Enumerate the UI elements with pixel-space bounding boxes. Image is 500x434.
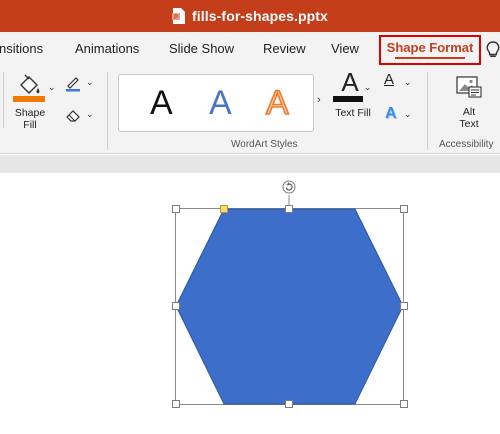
shape-outline-dropdown-chevron-icon[interactable]: ⌄: [86, 77, 94, 88]
shape-fill-color-swatch[interactable]: [13, 96, 45, 102]
tab-shape-format-label: Shape Format: [386, 40, 474, 55]
shape-fill-label[interactable]: Shape Fill: [12, 107, 48, 131]
pptx-file-icon: P: [172, 8, 186, 24]
ribbon-divider: [427, 72, 428, 150]
adjustment-handle[interactable]: [220, 205, 228, 213]
tab-review[interactable]: Review: [263, 32, 306, 66]
text-fill-dropdown-chevron-icon[interactable]: ⌄: [364, 82, 372, 93]
tab-view[interactable]: View: [331, 32, 359, 66]
resize-handle-right[interactable]: [400, 302, 408, 310]
document-title: fills-for-shapes.pptx: [192, 8, 328, 24]
wordart-style-orange-outline[interactable]: A: [265, 81, 289, 125]
rotate-handle-icon[interactable]: [282, 180, 296, 194]
title-bar: P fills-for-shapes.pptx: [0, 0, 500, 32]
alt-text-label[interactable]: Alt Text: [449, 106, 489, 130]
text-fill-icon[interactable]: A: [337, 67, 363, 97]
text-fill-label[interactable]: Text Fill: [329, 107, 377, 119]
wordart-styles-group-label: WordArt Styles: [231, 139, 298, 150]
ribbon-slide-gap: [0, 155, 500, 173]
text-fill-color-swatch[interactable]: [333, 96, 363, 102]
shape-effects-eraser-icon[interactable]: [64, 107, 82, 123]
resize-handle-top[interactable]: [285, 205, 293, 213]
selected-shape-layer: [175, 195, 404, 405]
ribbon: ⌄ Shape Fill ⌄ ⌄ A A A › A Text Fill ⌄ A…: [0, 66, 500, 154]
shape-outline-pencil-icon[interactable]: [64, 74, 82, 92]
powerpoint-window: P fills-for-shapes.pptx nsitions Animati…: [0, 0, 500, 434]
text-outline-dropdown-chevron-icon[interactable]: ⌄: [404, 77, 412, 88]
slide-canvas[interactable]: [0, 173, 500, 434]
tab-transitions[interactable]: nsitions: [0, 32, 43, 66]
text-outline-icon[interactable]: A: [384, 71, 394, 89]
shape-fill-dropdown-chevron-icon[interactable]: ⌄: [48, 82, 56, 93]
wordart-style-black[interactable]: A: [150, 81, 173, 125]
wordart-style-blue[interactable]: A: [209, 81, 232, 125]
alt-text-icon[interactable]: [455, 75, 483, 99]
ribbon-divider: [3, 72, 4, 128]
svg-text:P: P: [174, 15, 178, 21]
resize-handle-bottom[interactable]: [285, 400, 293, 408]
lightbulb-icon[interactable]: [486, 41, 500, 59]
resize-handle-top-right[interactable]: [400, 205, 408, 213]
paint-bucket-icon[interactable]: [16, 71, 44, 97]
resize-handle-bottom-right[interactable]: [400, 400, 408, 408]
wordart-styles-gallery: A A A: [118, 74, 314, 132]
ribbon-divider: [107, 72, 108, 150]
text-effects-icon[interactable]: A: [385, 105, 397, 123]
resize-handle-top-left[interactable]: [172, 205, 180, 213]
shape-effects-dropdown-chevron-icon[interactable]: ⌄: [86, 109, 94, 120]
tab-animations[interactable]: Animations: [75, 32, 139, 66]
resize-handle-bottom-left[interactable]: [172, 400, 180, 408]
active-tab-underline: [395, 57, 465, 59]
wordart-gallery-next-chevron-icon[interactable]: ›: [317, 94, 321, 106]
resize-handle-left[interactable]: [172, 302, 180, 310]
hexagon-shape[interactable]: [175, 208, 404, 405]
accessibility-group-label: Accessibility: [439, 139, 494, 150]
tab-shape-format[interactable]: Shape Format: [379, 35, 481, 65]
tab-slide-show[interactable]: Slide Show: [169, 32, 234, 66]
text-effects-dropdown-chevron-icon[interactable]: ⌄: [404, 109, 412, 120]
